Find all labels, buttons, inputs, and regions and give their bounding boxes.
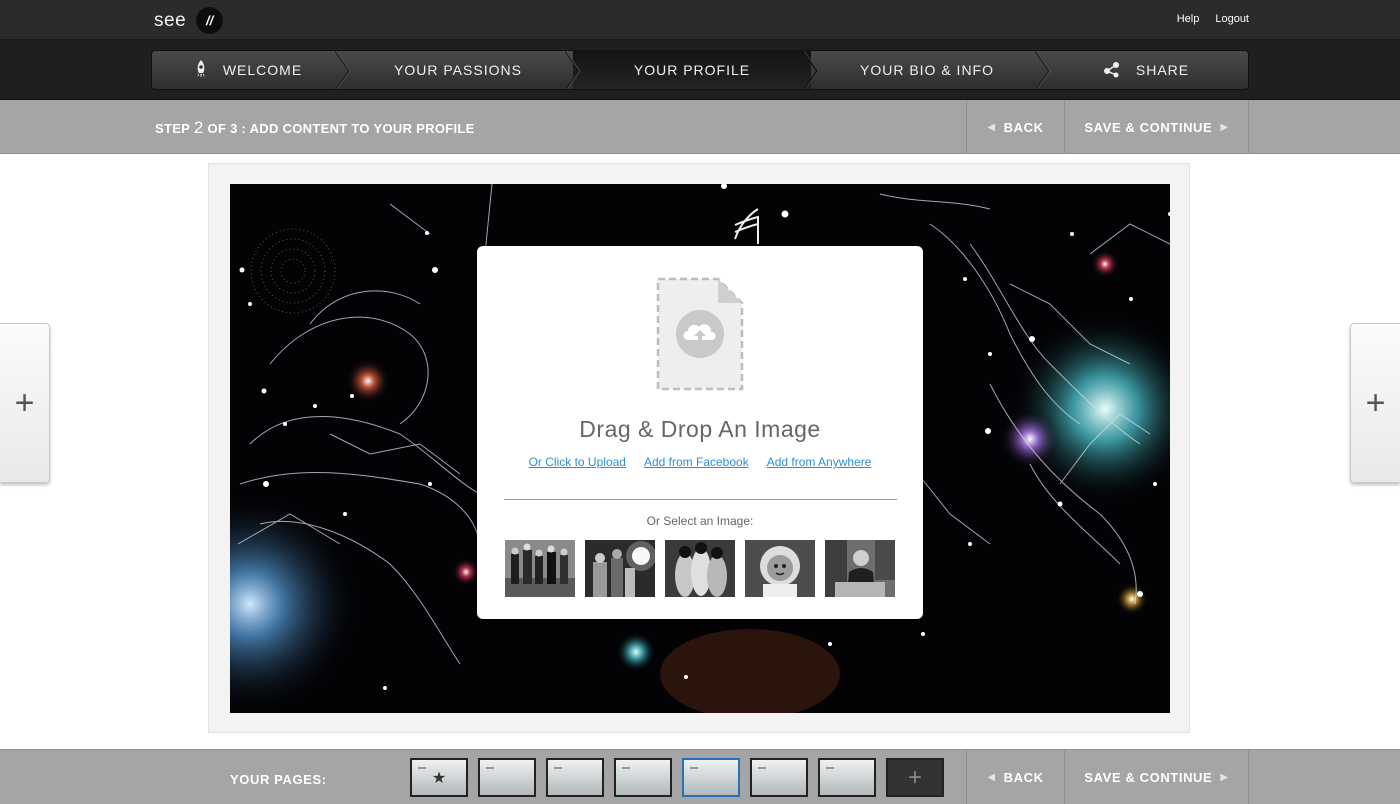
upload-document-icon[interactable] <box>656 277 744 396</box>
save-continue-label: SAVE & CONTINUE <box>1084 770 1213 785</box>
tab-share[interactable]: Share <box>1043 51 1248 89</box>
caret-left-icon: ◀ <box>987 121 996 133</box>
divider <box>504 499 897 500</box>
step-prefix: STEP <box>155 121 190 136</box>
tab-label: Your Passions <box>394 62 522 78</box>
step-header-bar: STEP 2 OF 3 : ADD CONTENT TO YOUR PROFIL… <box>0 100 1400 154</box>
save-continue-label: SAVE & CONTINUE <box>1084 119 1213 135</box>
page-thumbnail-1[interactable]: ★ <box>410 758 468 797</box>
page-thumbnail-3[interactable] <box>546 758 604 797</box>
bottom-save-continue-button[interactable]: SAVE & CONTINUE ▶ <box>1064 750 1249 804</box>
back-label: BACK <box>1003 770 1044 785</box>
plus-icon: + <box>907 763 922 791</box>
page-thumbnail-5[interactable] <box>682 758 740 797</box>
page-thumbnail-7[interactable] <box>818 758 876 797</box>
logout-link[interactable]: Logout <box>1215 13 1249 25</box>
stock-image-thumbnail[interactable] <box>505 540 575 597</box>
rocket-icon <box>193 59 209 82</box>
page-thumbnail-2[interactable] <box>478 758 536 797</box>
step-description: OF 3 : ADD CONTENT TO YOUR PROFILE <box>207 121 475 136</box>
page-thumbnail-6[interactable] <box>750 758 808 797</box>
drag-drop-title: Drag & Drop An Image <box>579 416 821 442</box>
tab-your-profile[interactable]: Your Profile <box>573 51 819 89</box>
tab-label: Share <box>1135 62 1190 78</box>
page-thumbnail-4[interactable] <box>614 758 672 797</box>
add-from-facebook-link[interactable]: Add from Facebook <box>644 455 749 469</box>
bottom-back-button[interactable]: ◀ BACK <box>966 750 1064 804</box>
tab-your-bio-info[interactable]: Your Bio & Info <box>811 51 1051 89</box>
back-label: BACK <box>1003 119 1044 135</box>
stock-image-list <box>505 540 895 597</box>
tab-label: Your Profile <box>633 62 751 78</box>
tab-label: Welcome <box>222 62 303 78</box>
save-continue-button[interactable]: SAVE & CONTINUE ▶ <box>1064 100 1249 154</box>
stock-image-thumbnail[interactable] <box>825 540 895 597</box>
step-number: 2 <box>193 118 204 137</box>
plus-icon: + <box>14 383 35 422</box>
caret-left-icon: ◀ <box>987 772 996 783</box>
add-page-right-button[interactable]: + <box>1350 323 1400 483</box>
logo-text: see <box>154 9 187 31</box>
tab-welcome[interactable]: Welcome <box>152 51 351 89</box>
tab-label: Your Bio & Info <box>859 62 994 78</box>
star-icon: ★ <box>431 769 447 787</box>
stock-image-thumbnail[interactable] <box>665 540 735 597</box>
add-page-button[interactable]: + <box>886 758 944 797</box>
click-to-upload-link[interactable]: Or Click to Upload <box>529 455 626 469</box>
top-links: Help Logout <box>1177 13 1249 25</box>
upload-links: Or Click to Upload Add from Facebook Add… <box>477 455 923 469</box>
add-from-anywhere-link[interactable]: Add from Anywhere <box>767 455 872 469</box>
logo[interactable]: see // <box>154 7 224 34</box>
step-navigation-bar: Welcome Your Passions Your Profile Your … <box>0 40 1400 100</box>
help-link[interactable]: Help <box>1177 13 1200 25</box>
tab-your-passions[interactable]: Your Passions <box>343 51 581 89</box>
top-bar: see // Help Logout <box>0 0 1400 40</box>
caret-right-icon: ▶ <box>1220 121 1229 133</box>
stock-image-thumbnail[interactable] <box>745 540 815 597</box>
select-image-label: Or Select an Image: <box>646 514 754 528</box>
back-button[interactable]: ◀ BACK <box>966 100 1064 154</box>
add-page-left-button[interactable]: + <box>0 323 50 483</box>
stock-image-thumbnail[interactable] <box>585 540 655 597</box>
logo-badge: // <box>196 7 224 34</box>
bottom-bar: YOUR PAGES: ★ + ◀ BACK SAVE & CONTINUE ▶ <box>0 749 1400 804</box>
step-tabs: Welcome Your Passions Your Profile Your … <box>151 50 1249 90</box>
your-pages-label: YOUR PAGES: <box>230 772 327 787</box>
share-icon <box>1102 60 1122 81</box>
caret-right-icon: ▶ <box>1220 772 1229 783</box>
page-thumbnails: ★ + <box>410 758 944 797</box>
plus-icon: + <box>1365 383 1386 422</box>
step-title: STEP 2 OF 3 : ADD CONTENT TO YOUR PROFIL… <box>155 118 475 138</box>
image-upload-dialog[interactable]: Drag & Drop An Image Or Click to Upload … <box>477 246 923 619</box>
